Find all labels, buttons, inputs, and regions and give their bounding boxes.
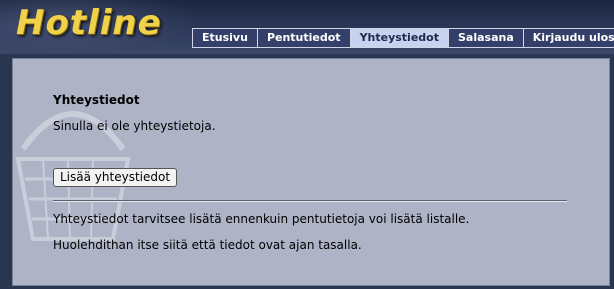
add-contact-button[interactable]: Lisää yhteystiedot [53,168,178,187]
tab-yhteystiedot[interactable]: Yhteystiedot [349,28,449,48]
tab-etusivu[interactable]: Etusivu [192,28,258,48]
page-title: Yhteystiedot [53,93,140,107]
header: Hotline Etusivu Pentutiedot Yhteystiedot… [0,0,614,54]
tab-kirjaudu-ulos[interactable]: Kirjaudu ulos [522,28,614,48]
content-panel: Yhteystiedot Sinulla ei ole yhteystietoj… [12,58,610,286]
logo[interactable]: Hotline [16,3,162,43]
info-text-2: Huolehdithan itse siitä että tiedot ovat… [53,238,362,252]
divider [53,200,567,202]
tab-pentutiedot[interactable]: Pentutiedot [256,28,351,48]
info-text-1: Yhteystiedot tarvitsee lisätä ennenkuin … [53,212,470,226]
empty-state-text: Sinulla ei ole yhteystietoja. [53,119,216,133]
tab-salasana[interactable]: Salasana [447,28,524,48]
nav-tabs: Etusivu Pentutiedot Yhteystiedot Salasan… [192,28,614,48]
